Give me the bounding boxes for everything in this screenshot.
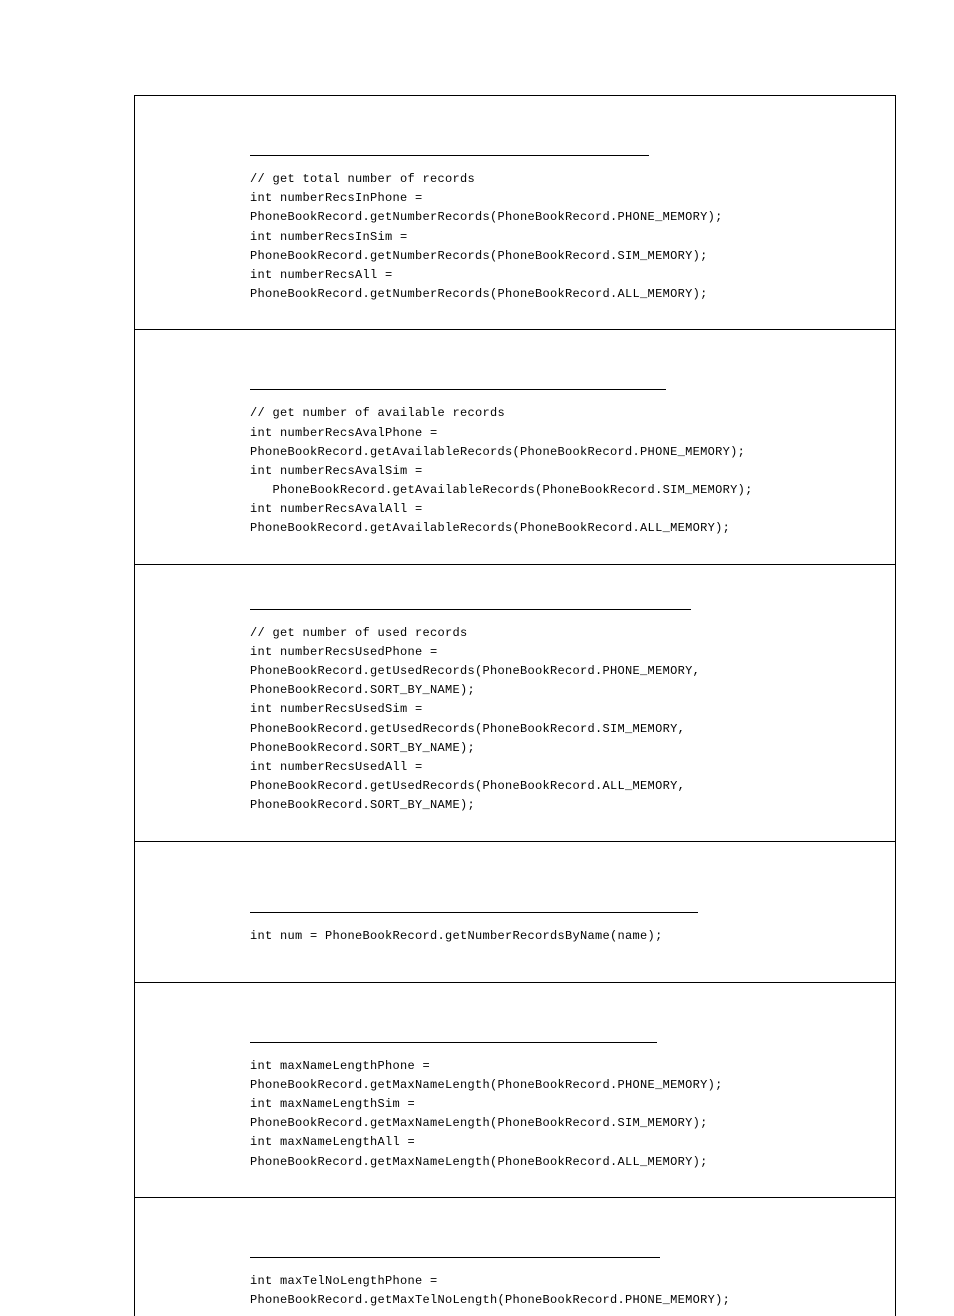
- page: Code Sample 7 getNumberRecords() on the …: [0, 0, 954, 1235]
- code-block: int num = PhoneBookRecord.getNumberRecor…: [250, 927, 875, 946]
- code-cell: Code Sample 11 getMaxNameLength() on the…: [135, 983, 895, 1198]
- code-cell: Code Sample 8 getAvailableRecords() on t…: [135, 330, 895, 564]
- cell-heading: Code Sample 9 getUsedRecords() on the Ph…: [250, 590, 691, 610]
- cell-heading: Code Sample 10 getNumberRecordsByName() …: [250, 878, 698, 913]
- code-cell: Code Sample 9 getUsedRecords() on the Ph…: [135, 565, 895, 842]
- code-block: // get total number of records int numbe…: [250, 170, 875, 304]
- cell-heading: Code Sample 11 getMaxNameLength() on the…: [250, 1008, 657, 1043]
- cell-heading: Code Sample 8 getAvailableRecords() on t…: [250, 355, 666, 390]
- code-cell: Code Sample 7 getNumberRecords() on the …: [135, 96, 895, 330]
- code-cell: Code Sample 10 getNumberRecordsByName() …: [135, 842, 895, 983]
- code-block: int maxTelNoLengthPhone = PhoneBookRecor…: [250, 1272, 875, 1310]
- code-table: Code Sample 7 getNumberRecords() on the …: [134, 95, 896, 1316]
- code-cell: Code Sample 12 getMaxTelNoLength() on th…: [135, 1198, 895, 1316]
- cell-heading: Code Sample 7 getNumberRecords() on the …: [250, 121, 649, 156]
- code-block: // get number of used records int number…: [250, 624, 875, 816]
- code-block: // get number of available records int n…: [250, 404, 875, 538]
- cell-heading: Code Sample 12 getMaxTelNoLength() on th…: [250, 1223, 660, 1258]
- code-block: int maxNameLengthPhone = PhoneBookRecord…: [250, 1057, 875, 1172]
